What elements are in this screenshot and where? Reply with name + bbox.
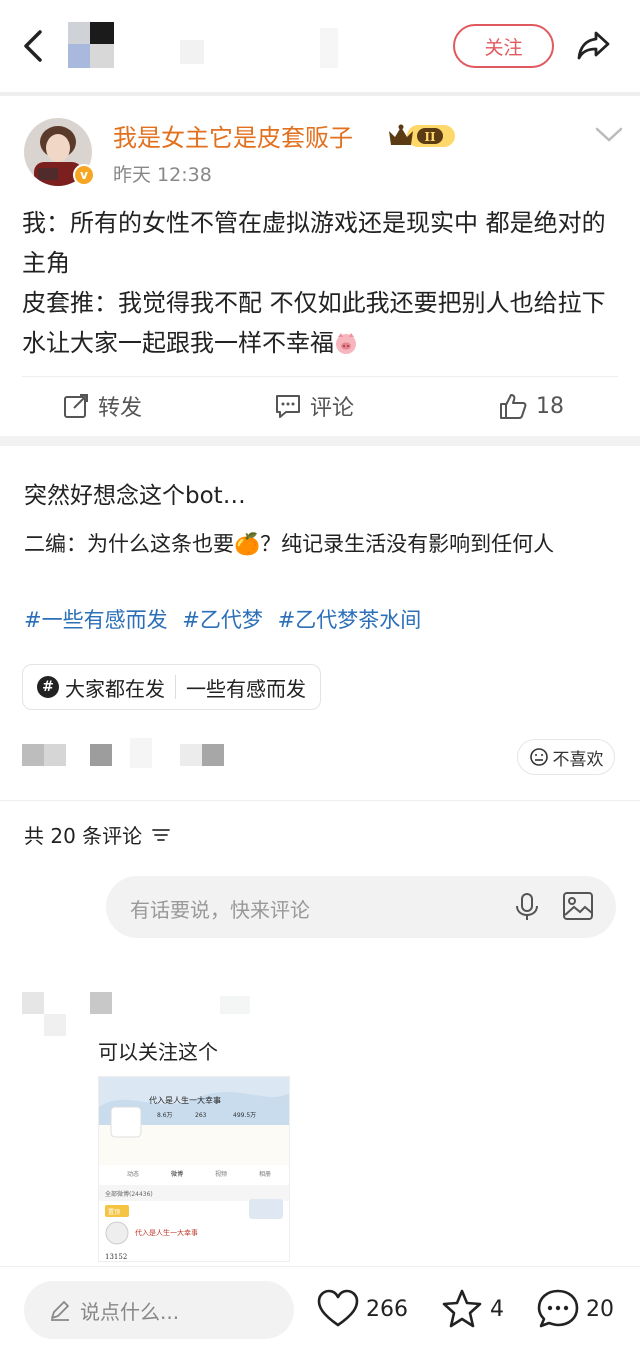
topic-chip[interactable]: # 大家都在发 一些有感而发	[22, 664, 321, 710]
embedded-stat: 499.5万	[233, 1112, 256, 1119]
microphone-icon[interactable]	[514, 892, 540, 926]
bottom-favorite-button[interactable]: 4	[440, 1287, 504, 1331]
dislike-button[interactable]: 不喜欢	[517, 739, 615, 775]
comment-label: 评论	[310, 396, 355, 421]
embedded-tab: 视频	[215, 1170, 227, 1178]
comments-divider	[0, 800, 640, 801]
bottom-favorite-count: 4	[490, 1296, 504, 1322]
embedded-stat: 8.6万	[157, 1112, 173, 1119]
blurred-mosaic	[202, 744, 224, 766]
hashtag-icon: #	[37, 676, 59, 698]
repost-text: 我：所有的女性不管在虚拟游戏还是现实中 都是绝对的主角 皮套推：我觉得我不配 不…	[22, 203, 618, 363]
blurred-commenter-avatar	[44, 1014, 66, 1036]
comment-count-label: 共 20 条评论	[24, 824, 143, 848]
comment-button[interactable]: 评论	[274, 386, 354, 426]
repost-text-line2-wrap: 皮套推：我觉得我不配 不仅如此我还要把别人也给拉下水让大家一起跟我一样不幸福	[22, 283, 618, 363]
star-icon	[442, 1289, 482, 1328]
header-divider	[0, 92, 640, 96]
sad-face-icon	[529, 748, 548, 766]
back-arrow-icon[interactable]	[14, 26, 54, 66]
topic-chip-right: 一些有感而发	[186, 676, 306, 701]
sort-icon	[152, 828, 171, 841]
post-tags: #一些有感而发 #乙代梦 #乙代梦茶水间	[24, 604, 429, 634]
say-something-input[interactable]: 说点什么...	[24, 1281, 294, 1339]
repost-time: 昨天 12:38	[113, 164, 212, 186]
embedded-tab: 相册	[259, 1170, 271, 1178]
like-count: 18	[536, 393, 564, 419]
chip-separator	[175, 675, 176, 699]
repost-icon	[64, 394, 88, 418]
blurred-username	[320, 28, 338, 68]
bottom-like-count: 266	[366, 1296, 408, 1322]
embedded-entry-name: 代入是人生一大幸事	[135, 1228, 198, 1237]
thumbs-up-icon	[500, 394, 527, 419]
embedded-stat: 263	[195, 1112, 207, 1119]
embedded-filter: 全部微博(24436)	[105, 1190, 153, 1198]
comment-icon	[276, 395, 300, 418]
repost-username[interactable]: 我是女主它是皮套贩子	[113, 118, 353, 153]
comment-image[interactable]: 代入是人生一大幸事 8.6万 263 499.5万 动态 微博 视频 相册 全部…	[98, 1076, 290, 1262]
repost-action-divider	[22, 376, 618, 377]
blurred-avatar	[68, 22, 114, 68]
chevron-down-icon[interactable]	[593, 124, 625, 146]
repost-button[interactable]: 转发	[62, 386, 142, 426]
tag-link[interactable]: #一些有感而发	[24, 608, 168, 632]
repost-label: 转发	[98, 396, 143, 421]
blurred-commenter-name	[220, 996, 250, 1014]
say-placeholder: 说点什么...	[80, 1299, 180, 1324]
blurred-commenter-avatar	[22, 992, 44, 1014]
blurred-username	[180, 40, 204, 64]
blurred-mosaic	[90, 744, 112, 766]
repost-text-line1: 我：所有的女性不管在虚拟游戏还是现实中 都是绝对的主角	[22, 209, 606, 277]
top-bar: 关注	[0, 0, 640, 92]
bottom-like-button[interactable]: 266	[316, 1287, 408, 1331]
comment-text: 可以关注这个	[98, 1040, 218, 1064]
comment-count-sort[interactable]: 共 20 条评论	[24, 820, 172, 849]
bottom-comment-count: 20	[586, 1296, 614, 1322]
comment-input-placeholder: 有话要说，快来评论	[130, 898, 310, 922]
bottom-comment-button[interactable]: 20	[536, 1287, 614, 1331]
tag-link[interactable]: #乙代梦茶水间	[278, 608, 422, 632]
repost-text-line2: 皮套推：我觉得我不配 不仅如此我还要把别人也给拉下水让大家一起跟我一样不幸福	[22, 289, 606, 357]
topic-chip-left: 大家都在发	[65, 676, 165, 701]
dislike-label: 不喜欢	[552, 749, 604, 770]
embedded-pinned: 置顶	[108, 1209, 120, 1216]
blurred-mosaic	[44, 744, 66, 766]
bottom-bar: 说点什么... 266 4 20	[0, 1266, 640, 1353]
pencil-icon	[51, 1301, 69, 1321]
embedded-tab: 微博	[171, 1170, 183, 1178]
verified-badge-icon: v	[73, 164, 95, 186]
blurred-commenter-name	[90, 992, 112, 1014]
embedded-tab: 动态	[127, 1170, 139, 1178]
heart-icon	[317, 1289, 359, 1327]
member-level-badge: II	[387, 121, 457, 149]
level-text: II	[424, 130, 436, 144]
section-gap	[0, 436, 640, 446]
comment-input[interactable]: 有话要说，快来评论	[106, 876, 616, 938]
embedded-title: 代入是人生一大幸事	[149, 1095, 221, 1105]
post-title: 突然好想念这个bot…	[24, 483, 246, 509]
blurred-mosaic	[180, 744, 202, 766]
follow-button[interactable]: 关注	[453, 24, 554, 68]
image-upload-icon[interactable]	[562, 890, 594, 926]
blurred-mosaic	[130, 738, 152, 768]
blurred-mosaic	[22, 744, 44, 766]
pig-emoji-icon	[334, 327, 358, 354]
share-icon[interactable]	[574, 25, 614, 65]
tag-link[interactable]: #乙代梦	[182, 608, 263, 632]
comment-bubble-icon	[537, 1289, 579, 1328]
embedded-number: 13152	[105, 1253, 127, 1261]
post-body: 二编：为什么这条也要🍊？纯记录生活没有影响到任何人	[24, 532, 555, 556]
like-button[interactable]: 18	[498, 386, 564, 426]
